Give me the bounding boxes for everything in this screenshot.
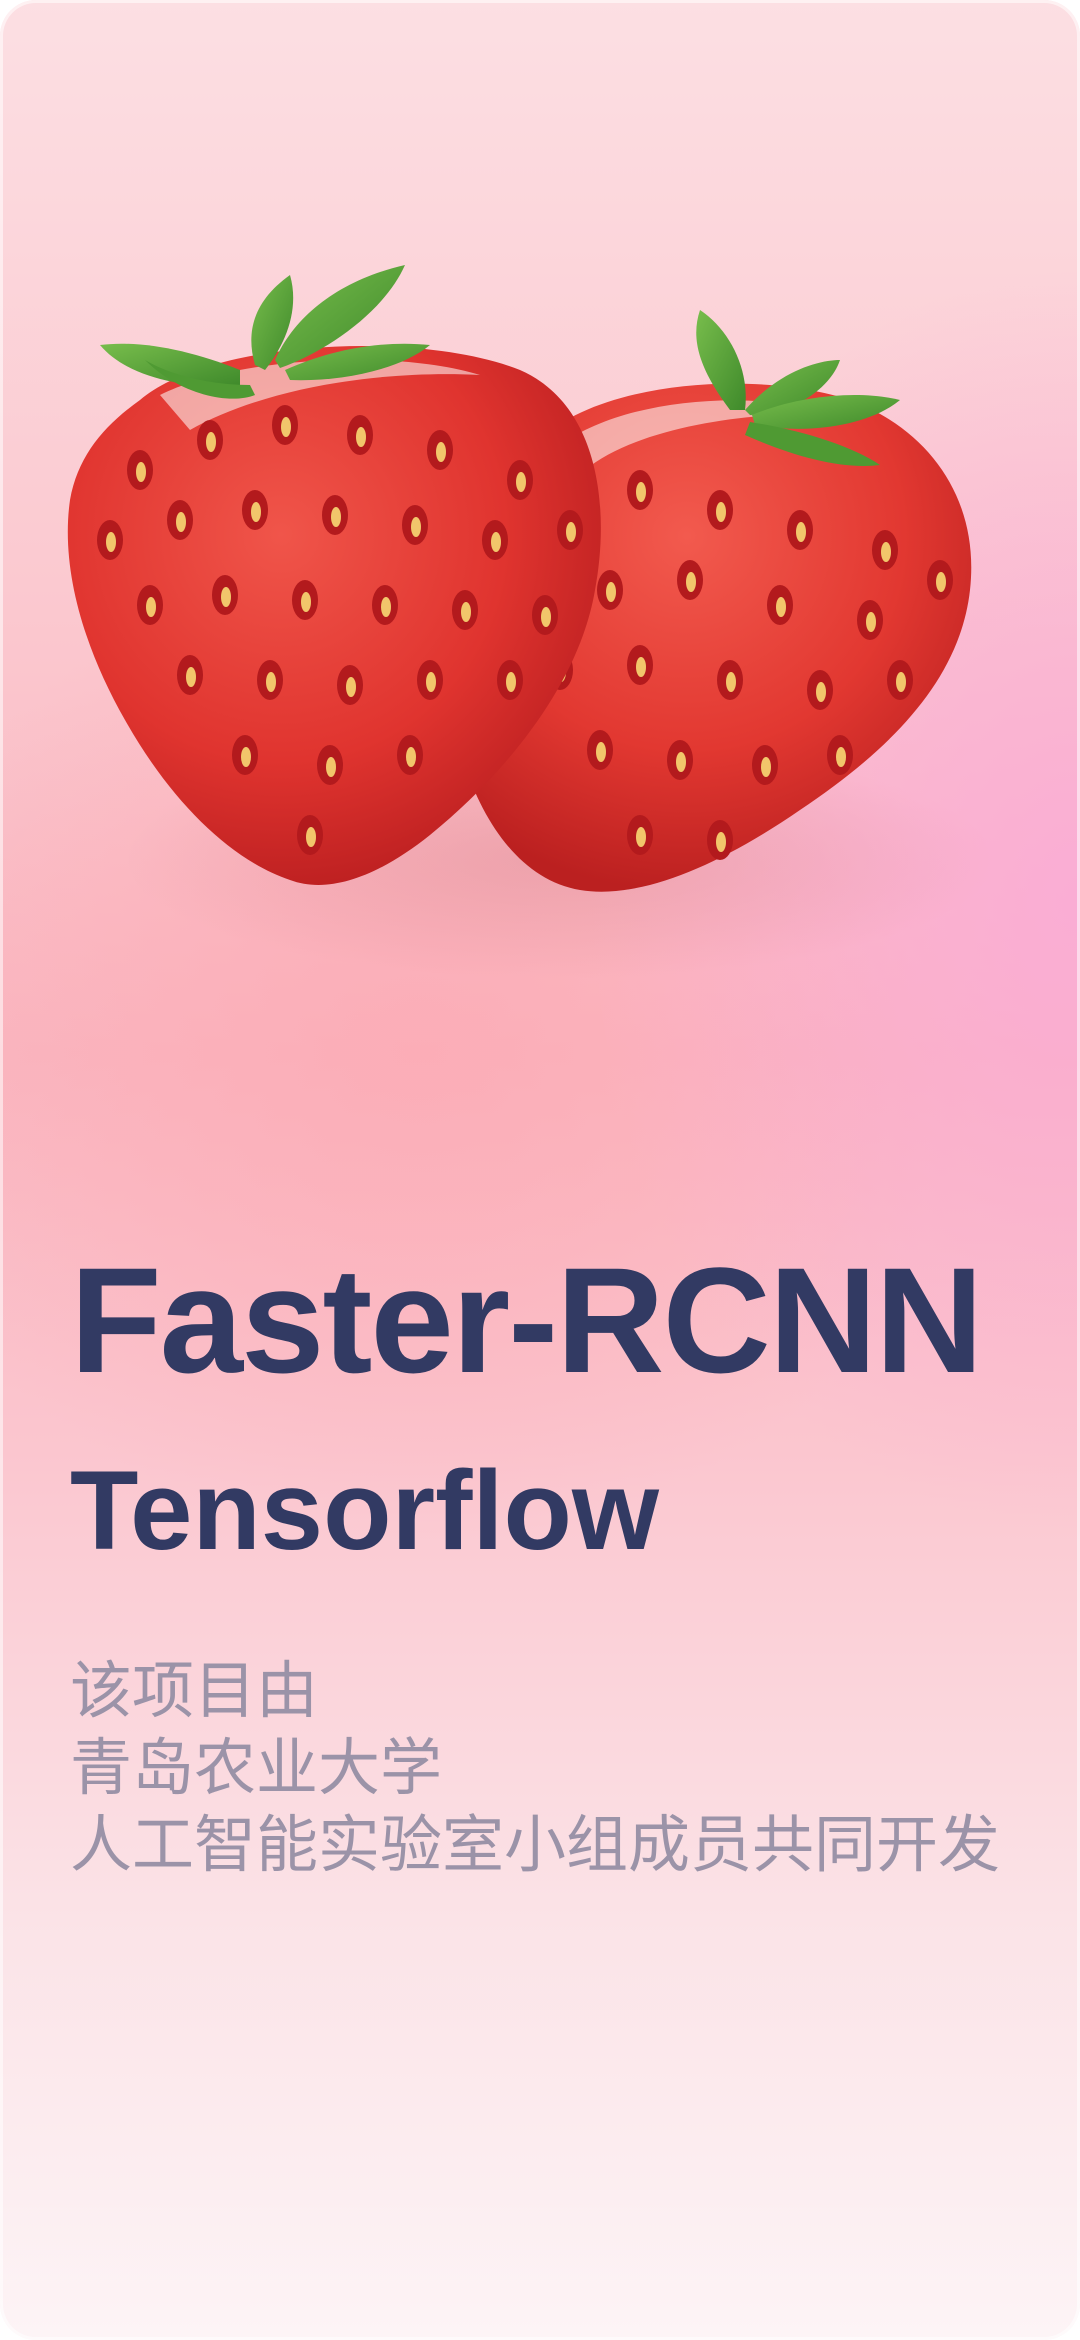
app-subtitle: Tensorflow [70, 1448, 660, 1573]
credits-line: 该项目由 [70, 1654, 319, 1727]
credits-text: 该项目由 青岛农业大学 人工智能实验室小组成员共同开发 [70, 1652, 1000, 1883]
app-title: Faster-RCNN [70, 1236, 983, 1404]
splash-screen: Faster-RCNN Tensorflow 该项目由 青岛农业大学 人工智能实… [0, 0, 1080, 2340]
credits-line: 人工智能实验室小组成员共同开发 [70, 1808, 1001, 1881]
credits-line: 青岛农业大学 [70, 1731, 443, 1804]
strawberry-illustration [40, 210, 1020, 930]
